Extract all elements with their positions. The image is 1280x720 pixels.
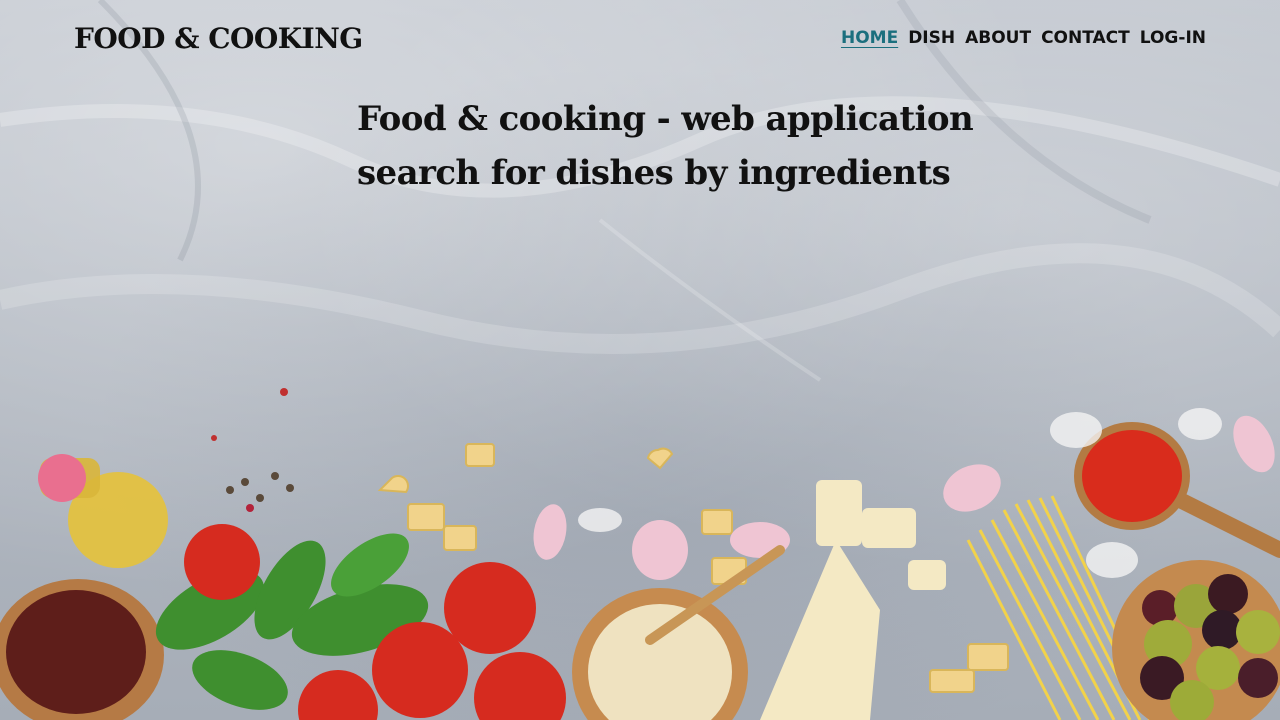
- nav-home[interactable]: HOME: [841, 28, 898, 48]
- hero-heading: Food & cooking - web application search …: [357, 92, 977, 200]
- parmesan-icon: [760, 480, 946, 720]
- site-header: FOOD & COOKING HOME DISH ABOUT CONTACT L…: [0, 0, 1280, 78]
- main-nav: HOME DISH ABOUT CONTACT LOG-IN: [841, 28, 1206, 48]
- nav-log-in[interactable]: LOG-IN: [1140, 28, 1206, 48]
- peppercorns-icon: [211, 388, 294, 512]
- nav-about[interactable]: ABOUT: [965, 28, 1031, 48]
- hero-line-2: search for dishes by ingredients: [357, 153, 951, 193]
- olives-bowl-icon: [1112, 560, 1280, 720]
- site-logo[interactable]: FOOD & COOKING: [74, 22, 363, 55]
- nav-dish[interactable]: DISH: [908, 28, 955, 48]
- nav-contact[interactable]: CONTACT: [1041, 28, 1130, 48]
- hero-line-1: Food & cooking - web application: [357, 99, 974, 139]
- ingredients-image: [0, 388, 1280, 720]
- sun-dried-tomatoes-bowl-icon: [0, 579, 164, 720]
- pine-nuts-bowl-icon: [572, 545, 785, 720]
- olive-oil-bottle-icon: [38, 454, 168, 568]
